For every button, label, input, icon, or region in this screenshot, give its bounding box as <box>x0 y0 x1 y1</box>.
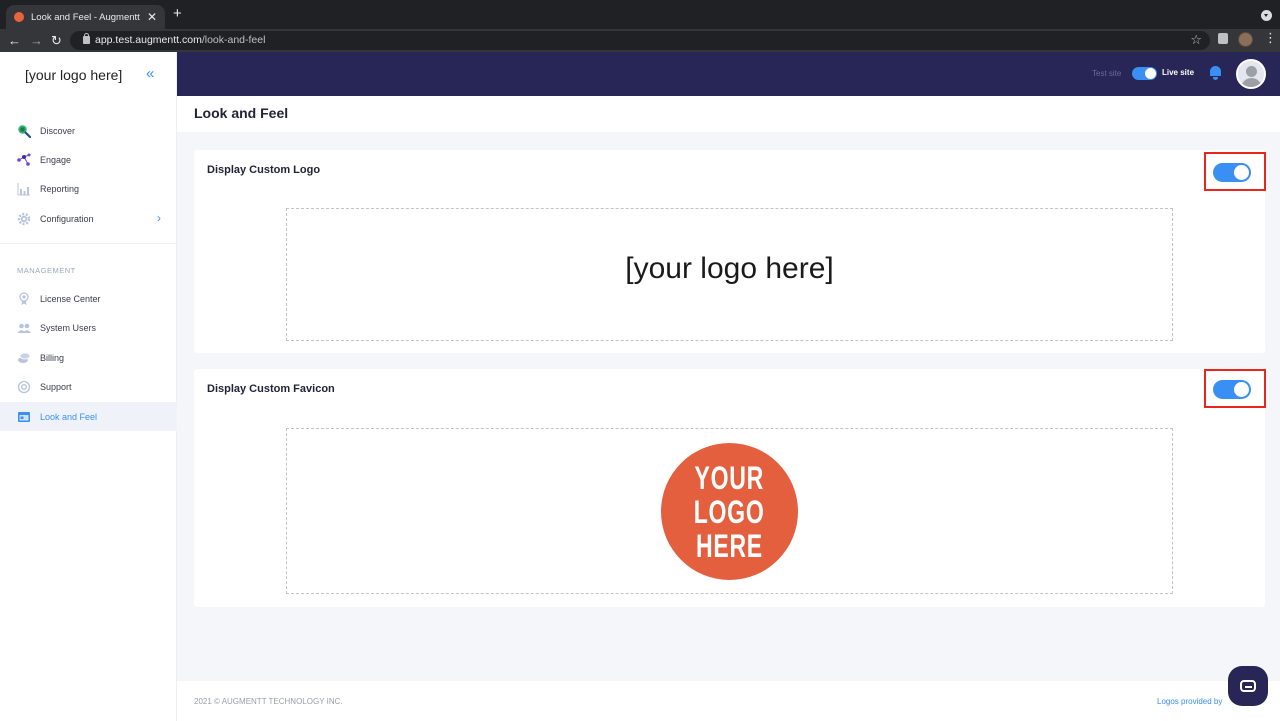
palette-icon <box>17 410 31 424</box>
live-site-label: Live site <box>1162 68 1195 77</box>
sidebar-item-system-users[interactable]: System Users <box>0 313 177 342</box>
browser-tab-strip: Look and Feel - Augmentt ✕ + <box>0 0 1280 29</box>
favicon-icon <box>14 12 24 22</box>
logos-provided-link[interactable]: Logos provided by <box>1157 697 1222 706</box>
new-tab-button[interactable]: + <box>173 6 182 21</box>
logo-preview: [your logo here] <box>625 252 834 285</box>
tab-search-icon[interactable] <box>1261 10 1272 21</box>
favicon-preview-line: YOUR <box>694 459 765 496</box>
highlight-box <box>1204 369 1266 408</box>
chat-icon <box>1240 680 1256 692</box>
sidebar-item-label: License Center <box>40 293 101 304</box>
sidebar-item-license-center[interactable]: License Center <box>0 284 177 313</box>
billing-icon <box>17 351 31 365</box>
footer: 2021 © AUGMENTT TECHNOLOGY INC. Logos pr… <box>177 681 1280 721</box>
page-header: Look and Feel <box>177 96 1280 132</box>
sidebar: [your logo here] « Discover Engage Repor… <box>0 52 177 721</box>
sidebar-item-look-and-feel[interactable]: Look and Feel <box>0 402 177 431</box>
url-text: app.test.augmentt.com/look-and-feel <box>95 34 266 46</box>
tab-title: Look and Feel - Augmentt <box>31 11 140 23</box>
sidebar-item-configuration[interactable]: Configuration › <box>0 204 177 233</box>
favicon-preview: YOUR LOGO HERE <box>661 443 798 580</box>
lock-icon <box>83 33 90 44</box>
sidebar-logo: [your logo here] <box>25 67 123 83</box>
favicon-dropzone[interactable]: YOUR LOGO HERE <box>286 428 1173 594</box>
sidebar-item-support[interactable]: Support <box>0 372 177 401</box>
test-site-label: Test site <box>1092 69 1122 78</box>
site-environment-toggle[interactable] <box>1132 67 1157 80</box>
avatar[interactable] <box>1236 59 1266 89</box>
sidebar-item-label: Engage <box>40 154 72 165</box>
sidebar-item-label: Look and Feel <box>40 411 98 422</box>
sidebar-item-label: Configuration <box>40 213 94 224</box>
browser-menu-icon[interactable]: ⋮ <box>1264 31 1277 44</box>
custom-favicon-toggle[interactable] <box>1213 380 1251 399</box>
sidebar-item-label: System Users <box>40 322 97 333</box>
app-header: Test site Live site <box>177 52 1280 96</box>
favicon-preview-line: HERE <box>696 527 763 564</box>
custom-logo-toggle[interactable] <box>1213 163 1251 182</box>
sidebar-divider <box>0 243 177 244</box>
custom-favicon-card: Display Custom Favicon YOUR LOGO HERE <box>194 369 1266 607</box>
address-bar[interactable]: app.test.augmentt.com/look-and-feel ☆ <box>70 31 1210 50</box>
custom-logo-card: Display Custom Logo [your logo here] <box>194 150 1266 353</box>
close-icon[interactable]: ✕ <box>147 11 157 23</box>
browser-toolbar: ← → ↻ app.test.augmentt.com/look-and-fee… <box>0 29 1280 52</box>
card-title: Display Custom Favicon <box>207 383 335 395</box>
sidebar-item-billing[interactable]: Billing <box>0 343 177 372</box>
chevron-right-icon: › <box>157 211 161 225</box>
logo-dropzone[interactable]: [your logo here] <box>286 208 1173 341</box>
highlight-box <box>1204 152 1266 191</box>
bell-icon[interactable] <box>1210 66 1221 80</box>
back-button[interactable]: ← <box>8 32 21 49</box>
copyright-text: 2021 © AUGMENTT TECHNOLOGY INC. <box>194 697 343 706</box>
sidebar-item-reporting[interactable]: Reporting <box>0 174 177 203</box>
extensions-icon[interactable] <box>1218 33 1228 44</box>
browser-tab[interactable]: Look and Feel - Augmentt ✕ <box>6 5 165 29</box>
gear-icon <box>17 212 31 226</box>
page-title: Look and Feel <box>194 105 289 121</box>
sidebar-item-label: Billing <box>40 352 65 363</box>
license-icon <box>17 291 31 306</box>
card-title: Display Custom Logo <box>207 164 321 176</box>
sidebar-item-label: Reporting <box>40 183 80 194</box>
users-icon <box>17 321 31 335</box>
support-icon <box>17 380 31 394</box>
favicon-preview-line: LOGO <box>694 493 765 530</box>
sidebar-item-discover[interactable]: Discover <box>0 116 177 145</box>
reload-button[interactable]: ↻ <box>51 32 62 49</box>
network-icon <box>17 153 31 167</box>
profile-avatar[interactable] <box>1238 32 1253 47</box>
sidebar-section-title: MANAGEMENT <box>17 266 76 275</box>
sidebar-item-label: Support <box>40 381 72 392</box>
sidebar-item-engage[interactable]: Engage <box>0 145 177 174</box>
chart-icon <box>17 182 31 196</box>
forward-button[interactable]: → <box>30 32 43 49</box>
bookmark-star-icon[interactable]: ☆ <box>1190 32 1202 48</box>
collapse-sidebar-button[interactable]: « <box>146 66 154 82</box>
sidebar-item-label: Discover <box>40 125 76 136</box>
search-icon <box>17 124 32 138</box>
chat-button[interactable] <box>1228 666 1268 706</box>
